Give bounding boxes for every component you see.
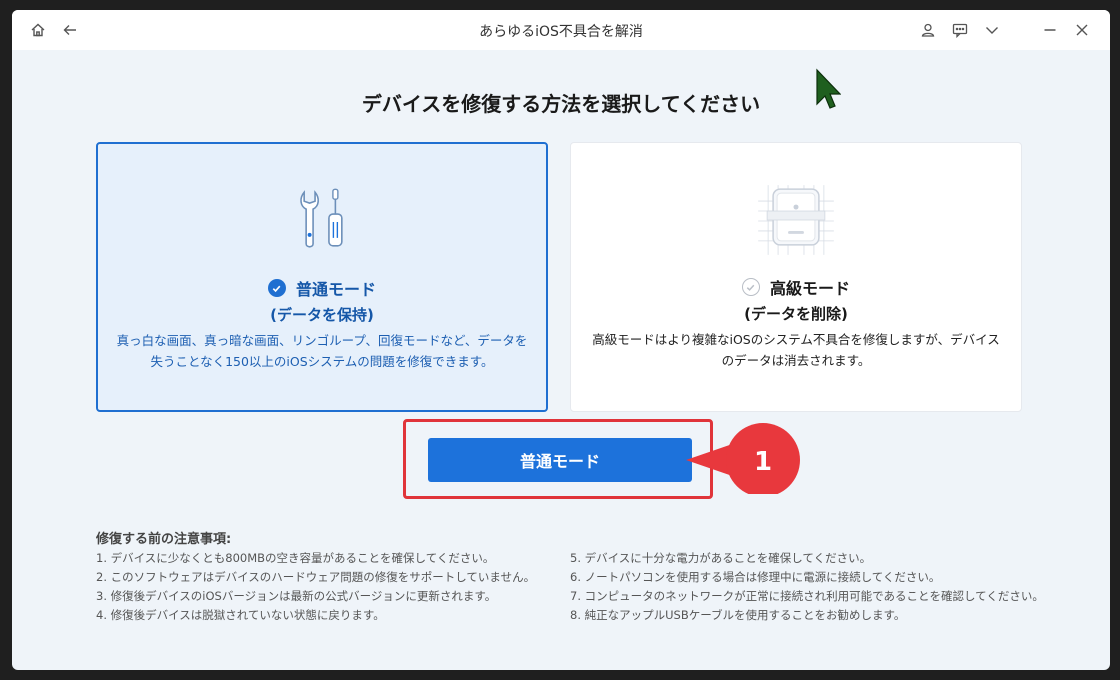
note-item: 3. 修復後デバイスのiOSバージョンは最新の公式バージョンに更新されます。 — [96, 589, 497, 603]
note-item: 6. ノートパソコンを使用する場合は修理中に電源に接続してください。 — [570, 570, 941, 584]
advanced-mode-title: 高級モード — [769, 279, 850, 298]
note-item: 1. デバイスに少なくとも800MBの空き容量があることを確保してください。 — [96, 551, 495, 565]
note-item: 4. 修復後デバイスは脱獄されていない状態に戻ります。 — [96, 608, 385, 622]
device-icon — [758, 185, 834, 255]
callout-pointer: 1 — [686, 423, 800, 494]
callout-number: 1 — [754, 447, 772, 477]
notes-title: 修復する前の注意事項: — [96, 532, 232, 547]
standard-mode-subtitle: (データを保持) — [270, 306, 374, 324]
notes-right-column: 5. デバイスに十分な電力があることを確保してください。 6. ノートパソコンを… — [570, 549, 1044, 625]
page-title: デバイスを修復する方法を選択してください — [361, 92, 761, 116]
chevron-down-icon[interactable] — [982, 20, 1002, 40]
advanced-mode-card[interactable]: 高級モード (データを削除) 高級モードはより複雑なiOSのシステム不具合を修復… — [570, 142, 1022, 412]
window-title: あらゆるiOS不具合を解消 — [479, 24, 643, 40]
notes-left-column: 1. デバイスに少なくとも800MBの空き容量があることを確保してください。 2… — [96, 549, 535, 625]
mouse-cursor-icon — [816, 68, 841, 109]
standard-mode-button[interactable]: 普通モード — [428, 438, 692, 482]
advanced-mode-description: 高級モードはより複雑なiOSのシステム不具合を修復しますが、デバイスのデータは消… — [592, 332, 1000, 368]
app-window: あらゆるiOS不具合を解消 デバイスを修復する方法を選択してください 普通モード… — [12, 10, 1110, 670]
standard-mode-card[interactable]: 普通モード (データを保持) 真っ白な画面、真っ暗な画面、リンゴループ、回復モー… — [96, 142, 548, 412]
minimize-icon[interactable] — [1040, 20, 1060, 40]
standard-mode-description: 真っ白な画面、真っ暗な画面、リンゴループ、回復モードなど、データを失うことなく1… — [116, 333, 528, 369]
note-item: 5. デバイスに十分な電力があることを確保してください。 — [570, 551, 872, 565]
note-item: 2. このソフトウェアはデバイスのハードウェア問題の修復をサポートしていません。 — [96, 570, 536, 584]
note-item: 7. コンピュータのネットワークが正常に接続され利用可能であることを確認してくだ… — [570, 589, 1044, 603]
titlebar: あらゆるiOS不具合を解消 — [12, 10, 1110, 50]
repair-tools-icon — [300, 188, 343, 248]
note-item: 8. 純正なアップルUSBケーブルを使用することをお勧めします。 — [570, 608, 906, 622]
checkmark-icon — [741, 278, 760, 296]
checkmark-icon — [267, 279, 286, 297]
standard-mode-title: 普通モード — [295, 280, 376, 299]
user-icon[interactable] — [918, 20, 938, 40]
close-icon[interactable] — [1072, 20, 1092, 40]
advanced-mode-subtitle: (データを削除) — [744, 305, 848, 323]
feedback-icon[interactable] — [950, 20, 970, 40]
